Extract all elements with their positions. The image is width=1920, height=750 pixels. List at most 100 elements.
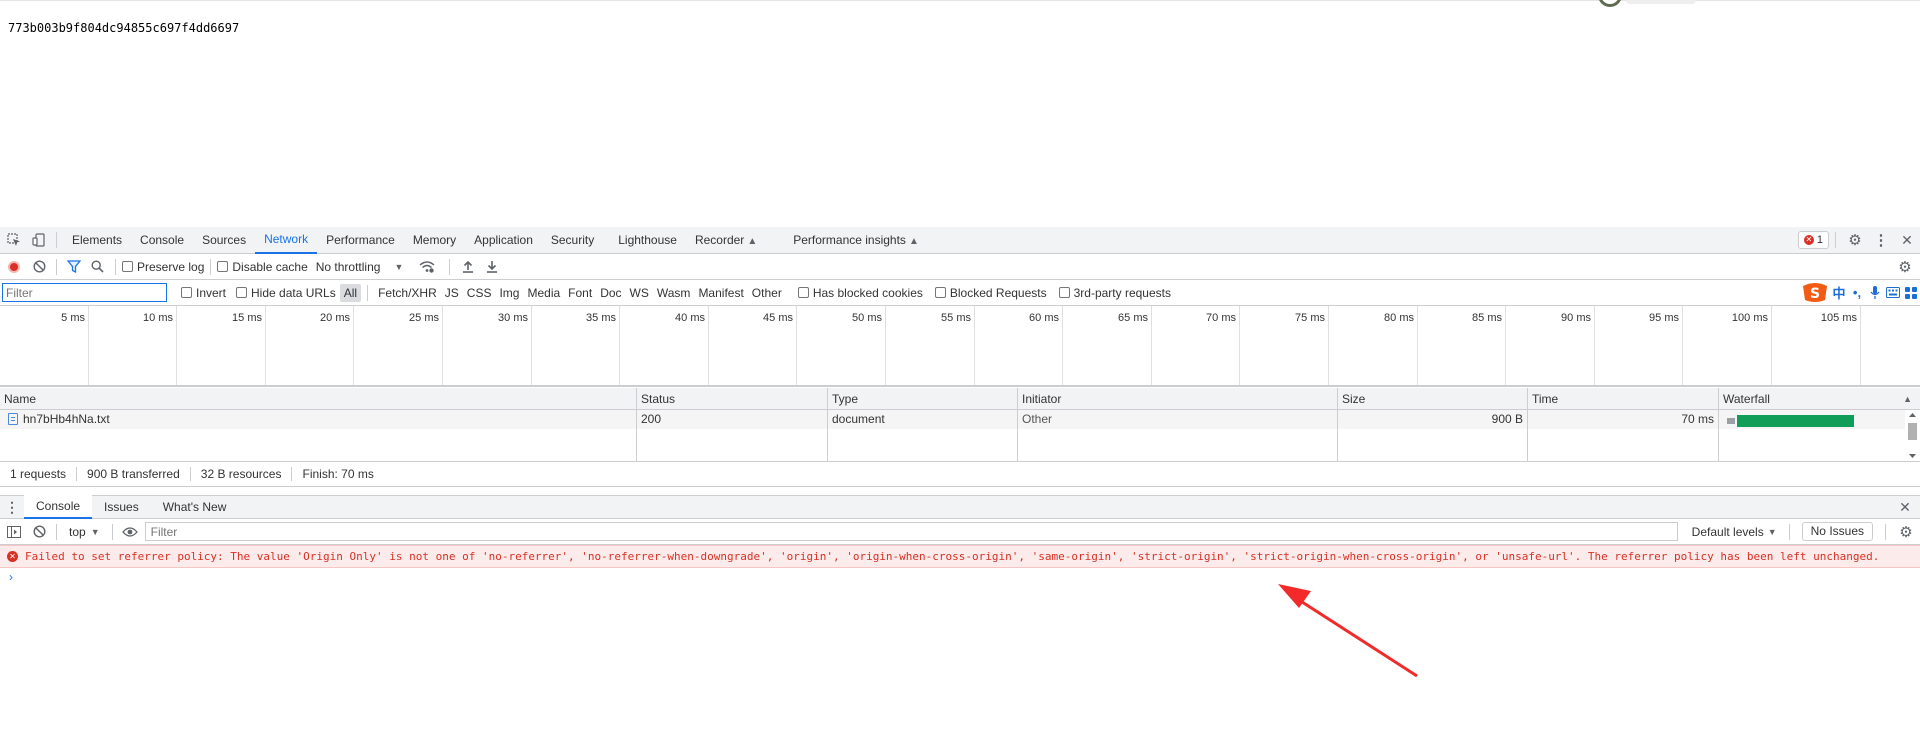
tab-console[interactable]: Console	[131, 227, 193, 254]
disable-cache-checkbox[interactable]: Disable cache	[217, 259, 308, 274]
browser-tab-strip	[1626, 0, 1696, 4]
import-har-icon[interactable]	[456, 254, 480, 280]
header-time[interactable]: Time	[1528, 388, 1718, 410]
live-expression-eye-icon[interactable]	[119, 519, 141, 545]
summary-requests: 1 requests	[0, 467, 78, 481]
filter-type-fetch-xhr[interactable]: Fetch/XHR	[374, 284, 441, 302]
tab-sources[interactable]: Sources	[193, 227, 255, 254]
ime-keyboard-icon[interactable]	[1884, 284, 1902, 302]
third-party-requests-checkbox[interactable]: 3rd-party requests	[1058, 286, 1171, 300]
divider	[1835, 232, 1836, 248]
divider	[56, 523, 57, 540]
close-drawer-icon[interactable]: ✕	[1890, 495, 1920, 519]
console-settings-gear-icon[interactable]: ⚙	[1892, 519, 1920, 545]
checkbox-box[interactable]	[797, 287, 809, 298]
levels-value: Default levels	[1691, 524, 1764, 539]
log-levels-select[interactable]: Default levels ▼	[1686, 525, 1783, 539]
console-sidebar-toggle-icon[interactable]	[0, 519, 28, 545]
filter-type-wasm[interactable]: Wasm	[653, 284, 695, 302]
drawer-tab-whats-new[interactable]: What's New	[151, 495, 239, 519]
drawer-tab-issues[interactable]: Issues	[92, 495, 151, 519]
header-name[interactable]: Name	[0, 388, 636, 410]
drawer-menu-icon[interactable]: ⋮	[0, 495, 24, 519]
sort-ascending-icon[interactable]: ▲	[1903, 388, 1912, 410]
vertical-scrollbar[interactable]	[1905, 410, 1920, 461]
throttling-select[interactable]: No throttling ▼	[316, 260, 404, 274]
filter-type-img[interactable]: Img	[495, 284, 523, 302]
hide-data-urls-checkbox[interactable]: Hide data URLs	[236, 286, 336, 300]
filter-type-all[interactable]: All	[339, 283, 362, 302]
tab-performance-insights[interactable]: Performance insights ▲	[784, 227, 928, 254]
checkbox-box[interactable]	[122, 261, 133, 272]
error-count-badge[interactable]: ✕ 1	[1797, 231, 1829, 249]
waterfall-cell[interactable]	[1719, 410, 1905, 429]
javascript-context-select[interactable]: top ▼	[63, 525, 106, 539]
clear-console-button[interactable]	[28, 519, 50, 545]
drawer-tab-console[interactable]: Console	[24, 495, 93, 519]
tab-network[interactable]: Network	[255, 227, 318, 254]
ime-punctuation-icon[interactable]: •,	[1848, 284, 1866, 302]
tab-performance[interactable]: Performance	[317, 227, 404, 254]
inspect-element-icon[interactable]	[0, 227, 28, 254]
has-blocked-cookies-checkbox[interactable]: Has blocked cookies	[797, 286, 923, 300]
network-settings-gear-icon[interactable]: ⚙	[1890, 254, 1920, 280]
no-issues-button[interactable]: No Issues	[1801, 522, 1873, 541]
header-waterfall[interactable]: Waterfall ▲	[1719, 388, 1920, 410]
filter-type-js[interactable]: JS	[441, 284, 463, 302]
tab-security[interactable]: Security	[542, 227, 603, 254]
filter-type-ws[interactable]: WS	[626, 284, 653, 302]
checkbox-box[interactable]	[181, 287, 192, 298]
checkbox-box[interactable]	[1058, 287, 1070, 298]
tab-application[interactable]: Application	[465, 227, 542, 254]
close-devtools-icon[interactable]: ✕	[1894, 227, 1920, 254]
checkbox-box[interactable]	[236, 287, 248, 298]
filter-type-css[interactable]: CSS	[463, 284, 496, 302]
disable-cache-label: Disable cache	[232, 259, 308, 274]
console-prompt[interactable]: ›	[9, 570, 13, 584]
ime-chinese-mode[interactable]: 中	[1830, 284, 1848, 302]
preserve-log-label: Preserve log	[137, 259, 205, 274]
tab-elements[interactable]: Elements	[63, 227, 131, 254]
checkbox-box[interactable]	[934, 287, 946, 298]
header-type[interactable]: Type	[828, 388, 1017, 410]
more-options-icon[interactable]: ⋮	[1868, 227, 1894, 254]
filter-type-doc[interactable]: Doc	[596, 284, 625, 302]
tab-recorder[interactable]: Recorder ▲	[686, 227, 766, 254]
record-button[interactable]	[0, 254, 28, 280]
filter-type-media[interactable]: Media	[523, 284, 564, 302]
ime-logo-icon[interactable]: S	[1800, 281, 1830, 305]
ime-microphone-icon[interactable]	[1866, 284, 1884, 302]
filter-type-manifest[interactable]: Manifest	[694, 284, 747, 302]
preserve-log-checkbox[interactable]: Preserve log	[122, 260, 204, 274]
filter-type-font[interactable]: Font	[564, 284, 596, 302]
tab-lighthouse[interactable]: Lighthouse	[609, 227, 686, 254]
blocked-requests-checkbox[interactable]: Blocked Requests	[934, 286, 1047, 300]
network-overview-timeline[interactable]: 5 ms 10 ms 15 ms 20 ms 25 ms 30 ms 35 ms 40 ms 4…	[0, 306, 1920, 387]
search-button[interactable]	[85, 254, 109, 280]
ime-toolbox-grid-icon[interactable]	[1902, 284, 1920, 302]
checkbox-box[interactable]	[217, 261, 229, 272]
device-toolbar-icon[interactable]	[28, 227, 50, 254]
divider	[210, 258, 212, 275]
header-status[interactable]: Status	[637, 388, 827, 410]
waterfall-timing-bar	[1737, 415, 1854, 427]
dropdown-arrow-icon: ▼	[1767, 526, 1777, 537]
extension-avatar-icon[interactable]	[1598, 0, 1622, 7]
invert-label: Invert	[196, 285, 227, 300]
network-filter-input[interactable]	[2, 283, 167, 302]
header-size[interactable]: Size	[1338, 388, 1527, 410]
console-error-message[interactable]: ✕ Failed to set referrer policy: The val…	[0, 545, 1920, 568]
settings-gear-icon[interactable]: ⚙	[1842, 227, 1868, 254]
export-har-icon[interactable]	[480, 254, 504, 280]
clear-button[interactable]	[28, 254, 50, 280]
column-name: Name hn7bHb4hNa.txt	[0, 388, 637, 461]
tab-memory[interactable]: Memory	[404, 227, 465, 254]
filter-type-other[interactable]: Other	[748, 284, 786, 302]
network-conditions-wifi-icon[interactable]	[411, 254, 443, 280]
table-row-name-cell[interactable]: hn7bHb4hNa.txt	[0, 410, 636, 429]
console-filter-input[interactable]	[144, 522, 1678, 541]
invert-checkbox[interactable]: Invert	[181, 286, 226, 300]
filter-toggle-button[interactable]	[63, 254, 85, 280]
header-initiator[interactable]: Initiator	[1018, 388, 1337, 410]
divider	[367, 284, 369, 301]
